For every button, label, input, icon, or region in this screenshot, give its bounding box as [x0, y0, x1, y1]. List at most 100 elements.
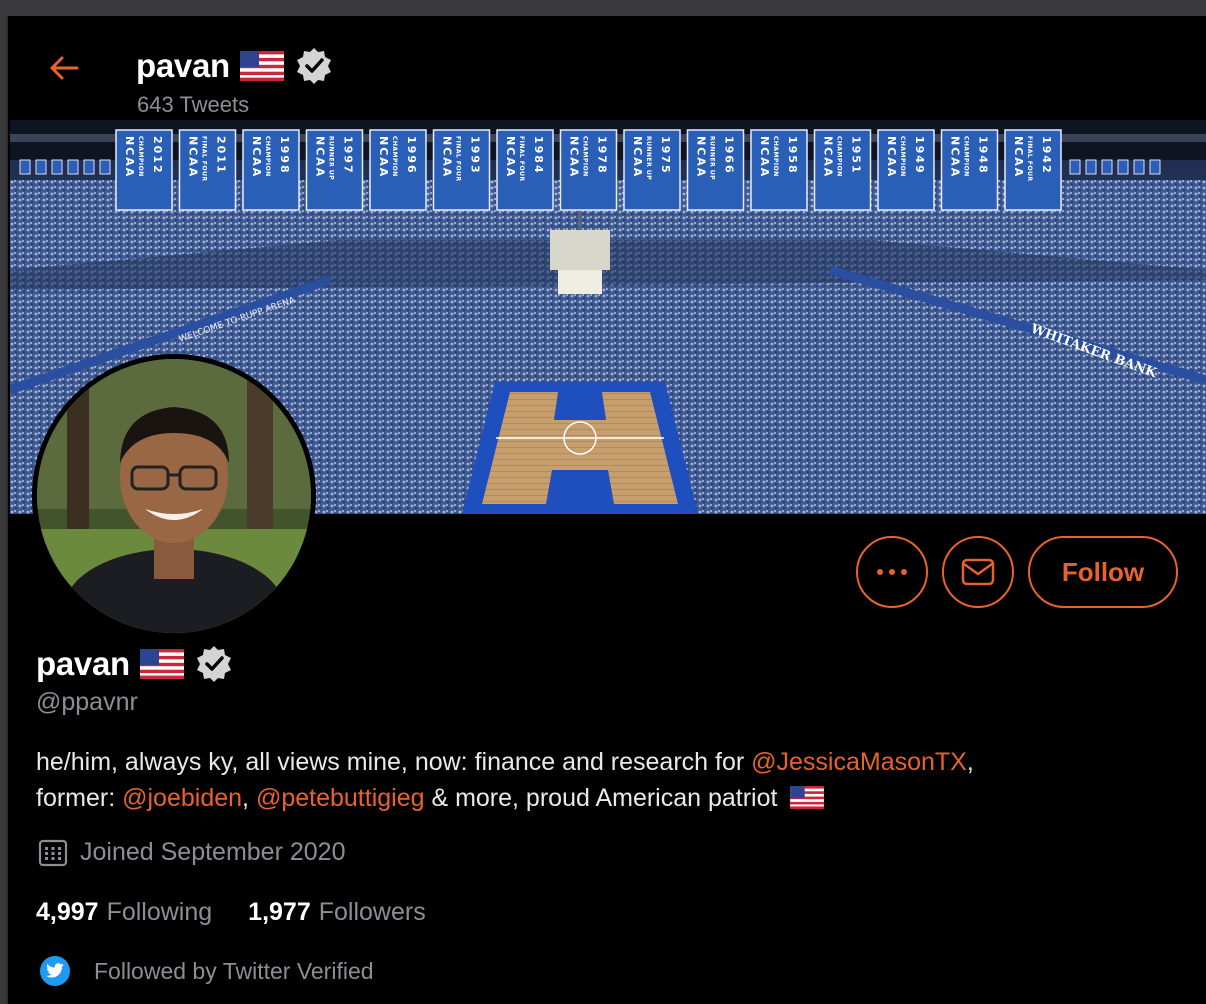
banner-ncaa-label: NCAA [441, 136, 454, 178]
avatar-photo [37, 359, 311, 633]
bio-mention-link[interactable]: @petebuttigieg [256, 784, 425, 812]
banner-title-label: RUNNER UP [328, 136, 335, 180]
banner-year-label: 2012 [151, 136, 164, 175]
banner-year-label: 1978 [596, 136, 609, 175]
banner-year-label: 1984 [532, 136, 545, 175]
ncaa-banner-row: NCAA CHAMPION 2012 NCAA FINAL FOUR 2011 NCAA CH… [115, 129, 1062, 211]
banner-ncaa-label: NCAA [504, 136, 517, 178]
banner-year-label: 1949 [913, 136, 926, 175]
bio-text: former: [36, 784, 123, 812]
bio-text: , [242, 784, 256, 812]
ncaa-banner: NCAA FINAL FOUR 2011 [178, 129, 237, 211]
joined-date-row: Joined September 2020 [38, 838, 345, 867]
verified-badge-icon [296, 48, 331, 84]
ncaa-banner: NCAA CHAMPION 1998 [242, 129, 300, 211]
ncaa-banner: NCAA CHAMPION 2012 [115, 129, 173, 211]
banner-ncaa-label: NCAA [250, 136, 263, 178]
banner-ncaa-label: NCAA [123, 136, 136, 178]
ncaa-banner: NCAA CHAMPION 1949 [877, 129, 935, 211]
banner-ncaa-label: NCAA [949, 136, 962, 178]
followers-label: Followers [318, 898, 426, 926]
more-options-button[interactable] [856, 536, 928, 608]
banner-title-label: CHAMPION [899, 136, 906, 177]
bio-mention-link[interactable]: @joebiden [122, 784, 242, 812]
banner-year-label: 1998 [278, 136, 291, 175]
banner-ncaa-label: NCAA [314, 136, 327, 178]
banner-year-label: 1993 [469, 136, 482, 175]
ncaa-banner: NCAA FINAL FOUR 1993 [432, 129, 491, 211]
banner-title-label: FINAL FOUR [518, 136, 525, 182]
banner-ncaa-label: NCAA [187, 136, 200, 178]
user-handle: @ppavnr [36, 688, 138, 716]
us-flag-icon [790, 786, 825, 809]
banner-ncaa-label: NCAA [885, 136, 898, 178]
message-button[interactable] [942, 536, 1014, 608]
banner-year-label: 1966 [723, 136, 736, 175]
banner-ncaa-label: NCAA [377, 136, 390, 178]
following-label: Following [106, 898, 213, 926]
ncaa-banner: NCAA RUNNER UP 1997 [305, 129, 364, 211]
banner-title-label: CHAMPION [963, 136, 970, 177]
bio-text: , [966, 748, 974, 776]
calendar-icon [38, 839, 68, 866]
header-title-row: pavan [136, 46, 334, 86]
verified-badge-icon [196, 646, 231, 682]
profile-avatar[interactable] [32, 354, 316, 638]
followed-by-row[interactable]: Followed by Twitter Verified [38, 954, 374, 988]
more-dots-icon [877, 569, 907, 575]
banner-title-label: CHAMPION [137, 136, 144, 177]
follow-stats: 4,997 Following 1,977 Followers [36, 898, 426, 927]
banner-ncaa-label: NCAA [631, 136, 644, 178]
window-top-bar [0, 0, 1206, 16]
header-name: pavan [136, 47, 230, 84]
ncaa-banner: NCAA RUNNER UP 1975 [623, 129, 681, 211]
following-count: 4,997 [36, 898, 99, 926]
ncaa-banner: NCAA CHAMPION 1978 [559, 129, 618, 211]
banner-title-label: CHAMPION [391, 136, 398, 177]
banner-ncaa-label: NCAA [568, 136, 581, 178]
banner-ncaa-label: NCAA [695, 136, 708, 178]
banner-ncaa-label: NCAA [1012, 136, 1025, 178]
back-button[interactable] [42, 46, 86, 90]
us-flag-icon [239, 51, 284, 81]
ncaa-banner: NCAA CHAMPION 1996 [369, 129, 427, 211]
banner-year-label: 1942 [1040, 136, 1053, 175]
ncaa-banner: NCAA CHAMPION 1948 [940, 129, 999, 211]
twitter-bird-icon [38, 954, 72, 988]
banner-ncaa-label: NCAA [758, 136, 771, 178]
banner-year-label: 2011 [215, 136, 228, 175]
banner-year-label: 1951 [850, 136, 863, 175]
banner-ncaa-label: NCAA [822, 136, 835, 178]
banner-title-label: CHAMPION [772, 136, 779, 177]
profile-name-row: pavan [36, 644, 234, 684]
banner-year-label: 1958 [786, 136, 799, 175]
banner-title-label: CHAMPION [836, 136, 843, 177]
banner-year-label: 1948 [977, 136, 990, 175]
followers-count: 1,977 [248, 898, 311, 926]
follow-button[interactable]: Follow [1028, 536, 1178, 608]
bio-mention-link[interactable]: @JessicaMasonTX [751, 748, 967, 776]
ncaa-banner: NCAA FINAL FOUR 1942 [1004, 129, 1062, 211]
following-link[interactable]: 4,997 Following [36, 898, 212, 927]
banner-year-label: 1975 [659, 136, 672, 175]
ncaa-banner: NCAA FINAL FOUR 1984 [496, 129, 554, 211]
banner-title-label: FINAL FOUR [1026, 136, 1033, 182]
envelope-icon [961, 558, 995, 586]
banner-year-label: 1997 [342, 136, 355, 175]
followers-link[interactable]: 1,977 Followers [248, 898, 426, 927]
ncaa-banner: NCAA CHAMPION 1958 [750, 129, 808, 211]
ncaa-banner: NCAA RUNNER UP 1966 [686, 129, 745, 211]
tweet-count: 643 Tweets [137, 92, 250, 117]
bio-text: & more, proud American patriot [424, 784, 778, 812]
banner-year-label: 1996 [405, 136, 418, 175]
banner-title-label: FINAL FOUR [455, 136, 462, 182]
banner-title-label: RUNNER UP [709, 136, 716, 180]
ncaa-banner: NCAA CHAMPION 1951 [813, 129, 872, 211]
followed-by-text: Followed by Twitter Verified [94, 957, 374, 984]
us-flag-icon [139, 649, 184, 679]
banner-title-label: FINAL FOUR [201, 136, 208, 182]
profile-page: pavan 643 Tweets WELCOME TO RUPP ARENA W… [6, 16, 1206, 1004]
bio-text: he/him, always ky, all views mine, now: … [36, 748, 752, 776]
profile-bio: he/him, always ky, all views mine, now: … [36, 744, 1156, 816]
banner-title-label: RUNNER UP [645, 136, 652, 180]
